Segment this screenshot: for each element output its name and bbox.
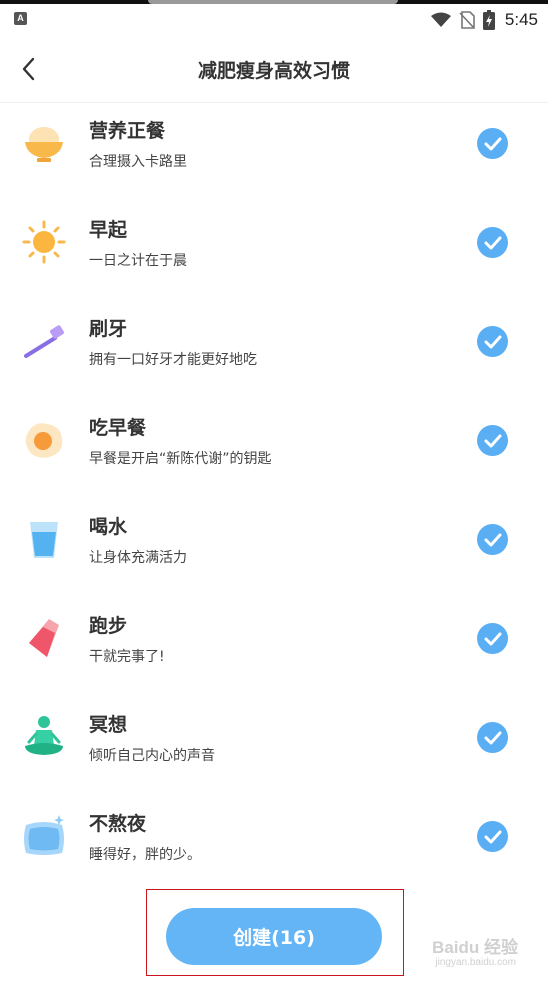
habit-desc: 一日之计在于晨 [89,253,187,269]
habit-item[interactable]: 营养正餐 合理摄入卡路里 [0,104,548,203]
check-button[interactable] [477,425,508,456]
watermark-url: jingyan.baidu.com [435,957,516,968]
status-bar-top-edge [0,0,548,4]
battery-charging-icon [482,10,495,30]
check-button[interactable] [477,326,508,357]
check-button[interactable] [477,623,508,654]
checkmark-icon [484,434,502,448]
status-bar: A 5:45 [0,0,548,40]
no-sim-icon [459,11,475,29]
checkmark-icon [484,236,502,250]
sun-icon [22,220,66,264]
habit-name: 跑步 [89,615,128,637]
habit-desc: 早餐是开启“新陈代谢”的钥匙 [89,451,272,467]
fried-egg-icon [25,423,63,458]
check-button[interactable] [477,821,508,852]
page-header: 减肥瘦身高效习惯 [0,40,548,103]
create-button-highlight: 创建(16) [146,889,404,976]
habit-name: 刷牙 [89,318,128,340]
habit-item[interactable]: 冥想 倾听自己内心的声音 [0,698,548,797]
habit-name: 吃早餐 [89,417,147,439]
checkmark-icon [484,731,502,745]
meditation-icon [25,716,63,755]
habit-item[interactable]: 吃早餐 早餐是开启“新陈代谢”的钥匙 [0,401,548,500]
habit-item[interactable]: 早起 一日之计在于晨 [0,203,548,302]
habit-item[interactable]: 喝水 让身体充满活力 [0,500,548,599]
habit-name: 早起 [89,219,128,241]
bowl-icon [25,127,63,162]
check-button[interactable] [477,722,508,753]
status-time: 5:45 [504,10,538,29]
habit-list: 营养正餐 合理摄入卡路里 早起 一日之计在于晨 刷牙 拥有一口好牙才能更好地吃 [0,104,548,896]
sneaker-icon [29,619,59,657]
check-button[interactable] [477,227,508,258]
habit-desc: 干就完事了! [89,649,165,665]
toothbrush-icon [24,325,64,358]
app-notification-icon: A [14,12,27,25]
checkmark-icon [484,137,502,151]
check-button[interactable] [477,128,508,159]
habit-desc: 让身体充满活力 [89,550,187,566]
habit-item[interactable]: 刷牙 拥有一口好牙才能更好地吃 [0,302,548,401]
habit-item[interactable]: 不熬夜 睡得好，胖的少。 [0,797,548,896]
watermark: Baidu 经验 [432,938,518,957]
habit-name: 不熬夜 [89,813,147,835]
pillow-icon [24,815,64,855]
habit-desc: 睡得好，胖的少。 [89,847,201,863]
habit-desc: 合理摄入卡路里 [89,154,187,170]
checkmark-icon [484,632,502,646]
checkmark-icon [484,830,502,844]
checkmark-icon [484,533,502,547]
habit-name: 营养正餐 [89,120,166,142]
habit-name: 冥想 [89,714,128,736]
habit-desc: 拥有一口好牙才能更好地吃 [89,352,257,368]
wifi-icon [430,12,451,27]
check-button[interactable] [477,524,508,555]
habit-desc: 倾听自己内心的声音 [89,748,215,764]
water-cup-icon [30,522,58,558]
checkmark-icon [484,335,502,349]
habit-name: 喝水 [89,516,128,538]
page-title: 减肥瘦身高效习惯 [197,60,350,82]
habit-item[interactable]: 跑步 干就完事了! [0,599,548,698]
create-button[interactable]: 创建(16) [166,908,382,965]
